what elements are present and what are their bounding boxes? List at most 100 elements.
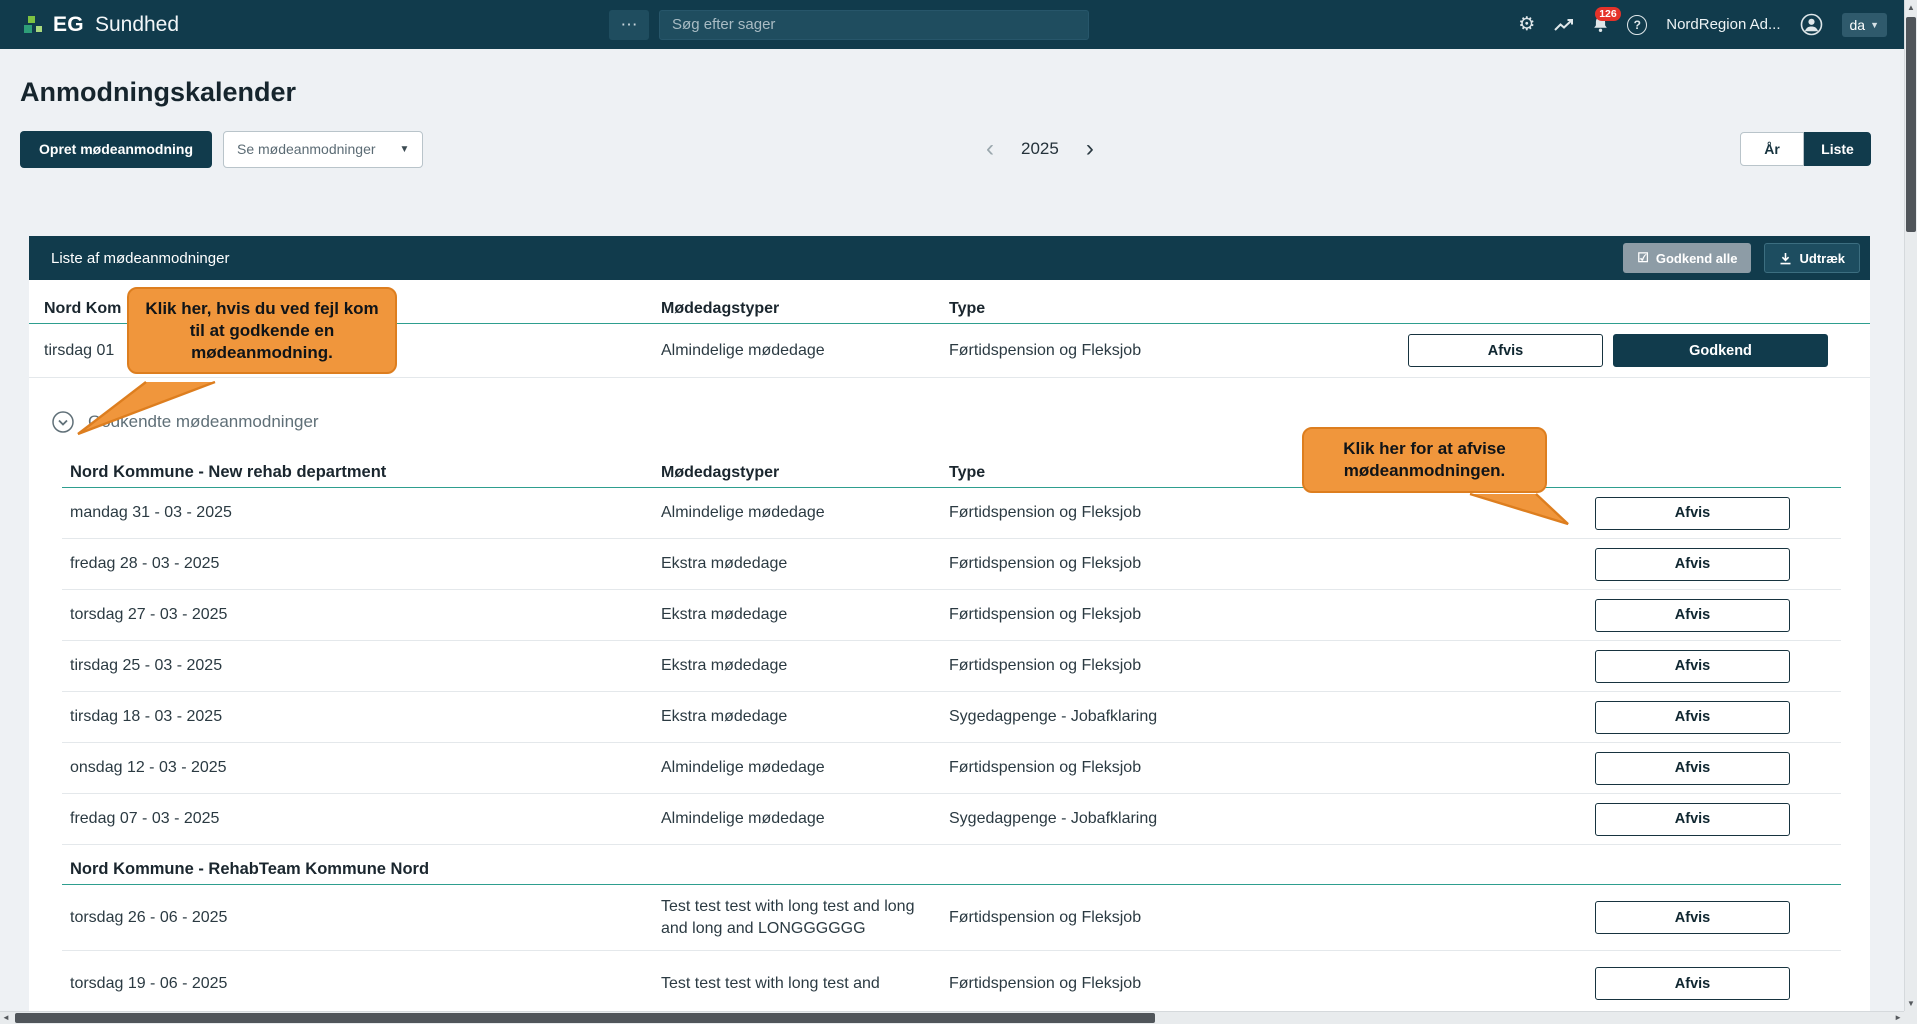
row-date: fredag 07 - 03 - 2025 bbox=[70, 810, 661, 828]
table-row: fredag 07 - 03 - 2025 Almindelige mødeda… bbox=[62, 794, 1841, 845]
download-icon bbox=[1779, 252, 1792, 265]
brand-name-bold: EG bbox=[53, 13, 84, 37]
group-header: Nord Kommune - New rehab department Møde… bbox=[62, 448, 1841, 488]
reject-button[interactable]: Afvis bbox=[1595, 803, 1790, 836]
row-date: tirsdag 18 - 03 - 2025 bbox=[70, 708, 661, 726]
panel-header: Liste af mødeanmodninger ☑ Godkend alle … bbox=[29, 236, 1870, 280]
current-year-label: 2025 bbox=[1021, 139, 1059, 159]
next-year-button[interactable]: › bbox=[1082, 137, 1098, 161]
table-row: onsdag 12 - 03 - 2025 Almindelige mødeda… bbox=[62, 743, 1841, 794]
row-case-type: Førtidspension og Fleksjob bbox=[949, 657, 1307, 675]
eg-logo-icon bbox=[24, 15, 44, 35]
trending-chart-icon[interactable] bbox=[1554, 18, 1574, 32]
scroll-down-arrow[interactable]: ▼ bbox=[1905, 999, 1917, 1008]
notifications-bell-icon[interactable]: 126 bbox=[1593, 16, 1608, 33]
brand-name-product: Sundhed bbox=[95, 13, 179, 37]
row-date: torsdag 27 - 03 - 2025 bbox=[70, 606, 661, 624]
row-meeting-day-type: Almindelige mødedage bbox=[661, 504, 949, 522]
topbar: EG Sundhed ⋯ ⚙ 126 ? NordRegion Ad... da… bbox=[0, 0, 1917, 49]
approve-button[interactable]: Godkend bbox=[1613, 334, 1828, 367]
row-case-type: Førtidspension og Fleksjob bbox=[949, 759, 1307, 777]
row-meeting-day-type: Ekstra mødedage bbox=[661, 657, 949, 675]
table-row: tirsdag 18 - 03 - 2025 Ekstra mødedage S… bbox=[62, 692, 1841, 743]
notification-count-badge: 126 bbox=[1595, 7, 1622, 21]
row-date: mandag 31 - 03 - 2025 bbox=[70, 504, 661, 522]
scroll-right-arrow[interactable]: ► bbox=[1894, 1013, 1902, 1022]
checkbox-icon: ☑ bbox=[1637, 250, 1649, 266]
help-icon[interactable]: ? bbox=[1627, 15, 1647, 35]
scrollbar-corner bbox=[1904, 1011, 1917, 1024]
reject-button[interactable]: Afvis bbox=[1408, 334, 1603, 367]
toolbar: Opret mødeanmodning Se mødeanmodninger ▼… bbox=[0, 130, 1917, 168]
table-row: torsdag 27 - 03 - 2025 Ekstra mødedage F… bbox=[62, 590, 1841, 641]
scroll-up-arrow[interactable]: ▲ bbox=[1905, 3, 1917, 12]
reject-button[interactable]: Afvis bbox=[1595, 701, 1790, 734]
row-date: torsdag 26 - 06 - 2025 bbox=[70, 909, 661, 927]
row-case-type: Sygedagpenge - Jobafklaring bbox=[949, 708, 1307, 726]
toggle-list-view-button[interactable]: Liste bbox=[1804, 132, 1871, 166]
vertical-scrollbar[interactable]: ▲ ▼ bbox=[1904, 0, 1917, 1024]
table-row: torsdag 19 - 06 - 2025 Test test test wi… bbox=[62, 951, 1841, 1017]
brand: EG Sundhed bbox=[24, 13, 179, 37]
row-meeting-day-type: Ekstra mødedage bbox=[661, 606, 949, 624]
language-selector[interactable]: da ▼ bbox=[1842, 13, 1888, 37]
row-meeting-day-type: Ekstra mødedage bbox=[661, 708, 949, 726]
row-meeting-day-type: Ekstra mødedage bbox=[661, 555, 949, 573]
create-meeting-request-button[interactable]: Opret mødeanmodning bbox=[20, 131, 212, 168]
reject-button[interactable]: Afvis bbox=[1595, 650, 1790, 683]
row-date: tirsdag 25 - 03 - 2025 bbox=[70, 657, 661, 675]
row-case-type: Førtidspension og Fleksjob bbox=[949, 342, 1408, 360]
row-meeting-day-type: Test test test with long test and bbox=[661, 965, 949, 1003]
export-button[interactable]: Udtræk bbox=[1764, 243, 1860, 273]
vertical-scrollbar-thumb[interactable] bbox=[1906, 17, 1916, 232]
group-name: Nord Kommune - New rehab department bbox=[70, 463, 661, 482]
settings-gear-icon[interactable]: ⚙ bbox=[1518, 15, 1535, 34]
row-case-type: Førtidspension og Fleksjob bbox=[949, 606, 1307, 624]
table-row: torsdag 26 - 06 - 2025 Test test test wi… bbox=[62, 885, 1841, 951]
column-header-type: Type bbox=[949, 300, 1408, 318]
reject-button[interactable]: Afvis bbox=[1595, 548, 1790, 581]
callout-tail bbox=[70, 381, 225, 439]
user-avatar-icon[interactable] bbox=[1800, 13, 1823, 36]
reject-button[interactable]: Afvis bbox=[1595, 752, 1790, 785]
reject-button[interactable]: Afvis bbox=[1595, 901, 1790, 934]
overflow-menu-button[interactable]: ⋯ bbox=[609, 10, 649, 40]
dropdown-label: Se mødeanmodninger bbox=[237, 141, 376, 157]
table-row: tirsdag 25 - 03 - 2025 Ekstra mødedage F… bbox=[62, 641, 1841, 692]
callout-tail bbox=[1450, 493, 1580, 529]
approved-requests-table: Nord Kommune - New rehab department Møde… bbox=[62, 448, 1841, 1017]
approve-all-button[interactable]: ☑ Godkend alle bbox=[1623, 243, 1751, 273]
callout-approve-mistake: Klik her, hvis du ved fejl kom til at go… bbox=[127, 287, 397, 374]
row-case-type: Førtidspension og Fleksjob bbox=[949, 975, 1307, 993]
topbar-center: ⋯ bbox=[609, 10, 1089, 40]
reject-button[interactable]: Afvis bbox=[1595, 599, 1790, 632]
search-input[interactable] bbox=[659, 10, 1089, 40]
row-meeting-day-type: Almindelige mødedage bbox=[661, 810, 949, 828]
view-toggle: År Liste bbox=[1740, 132, 1871, 166]
row-meeting-day-type: Almindelige mødedage bbox=[661, 759, 949, 777]
chevron-down-icon: ▼ bbox=[400, 144, 410, 155]
panel-title: Liste af mødeanmodninger bbox=[51, 250, 229, 267]
group-name: Nord Kommune - RehabTeam Kommune Nord bbox=[70, 860, 661, 879]
view-meeting-requests-dropdown[interactable]: Se mødeanmodninger ▼ bbox=[223, 131, 423, 168]
row-date: torsdag 19 - 06 - 2025 bbox=[70, 975, 661, 993]
language-code: da bbox=[1850, 17, 1866, 33]
topbar-right: ⚙ 126 ? NordRegion Ad... da ▼ bbox=[1518, 13, 1887, 37]
column-header-type: Type bbox=[949, 464, 1307, 482]
previous-year-button[interactable]: ‹ bbox=[982, 137, 998, 161]
reject-button[interactable]: Afvis bbox=[1595, 497, 1790, 530]
reject-button[interactable]: Afvis bbox=[1595, 967, 1790, 1000]
toggle-year-view-button[interactable]: År bbox=[1740, 132, 1804, 166]
user-account-label[interactable]: NordRegion Ad... bbox=[1666, 16, 1780, 33]
row-case-type: Førtidspension og Fleksjob bbox=[949, 555, 1307, 573]
row-case-type: Sygedagpenge - Jobafklaring bbox=[949, 810, 1307, 828]
row-meeting-day-type: Almindelige mødedage bbox=[661, 342, 949, 360]
table-row: fredag 28 - 03 - 2025 Ekstra mødedage Fø… bbox=[62, 539, 1841, 590]
row-case-type: Førtidspension og Fleksjob bbox=[949, 909, 1307, 927]
scroll-left-arrow[interactable]: ◄ bbox=[2, 1013, 10, 1022]
approved-section-toggle-row: Godkendte mødeanmodninger bbox=[51, 408, 1870, 436]
horizontal-scrollbar-thumb[interactable] bbox=[15, 1013, 1155, 1023]
horizontal-scrollbar[interactable]: ◄ ► bbox=[0, 1011, 1904, 1024]
row-date: onsdag 12 - 03 - 2025 bbox=[70, 759, 661, 777]
page-title: Anmodningskalender bbox=[20, 76, 1897, 108]
